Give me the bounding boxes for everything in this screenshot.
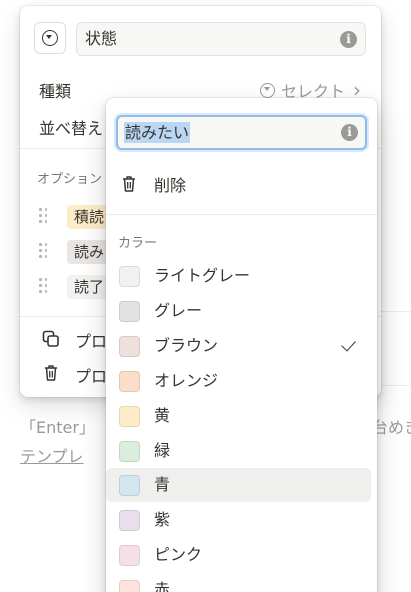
info-icon[interactable]: i (340, 31, 357, 48)
property-name-value: 状態 (85, 29, 118, 48)
background-divider (380, 385, 411, 386)
color-name: グレー (154, 301, 203, 320)
empty-page-hint: 「Enter」 (20, 418, 95, 437)
color-name: 黄 (154, 406, 171, 425)
drag-handle-icon[interactable] (39, 243, 49, 259)
color-swatch (119, 336, 140, 357)
sort-label[interactable]: 並べ替え (39, 115, 103, 139)
trash-icon (45, 365, 57, 381)
type-label: 種類 (39, 82, 72, 101)
duplicate-icon (42, 330, 59, 347)
color-swatch (119, 475, 140, 496)
delete-option-button[interactable]: 削除 (119, 172, 186, 196)
option-name-value: 読みたい (124, 122, 191, 143)
trash-icon (123, 176, 135, 192)
color-option[interactable]: 緑 (106, 434, 377, 468)
color-option[interactable]: 赤 (106, 573, 377, 592)
background-divider (380, 311, 411, 312)
color-name: 紫 (154, 510, 171, 529)
color-swatch (119, 266, 140, 287)
color-option[interactable]: ブラウン (106, 329, 377, 363)
color-option[interactable]: グレー (106, 294, 377, 328)
select-type-icon (42, 30, 58, 46)
color-option[interactable]: ライトグレー (106, 259, 377, 293)
option-name-input[interactable]: 読みたい i (116, 115, 367, 150)
drag-handle-icon[interactable] (39, 278, 49, 294)
template-link[interactable]: テンプレ (20, 443, 84, 467)
property-type-button[interactable] (34, 22, 66, 54)
option-tag[interactable]: 読了 (67, 275, 112, 299)
color-option-hovered[interactable]: 青 (106, 468, 371, 502)
color-swatch (119, 545, 140, 566)
option-edit-popup: 読みたい i 削除 カラー ライトグレー グレー ブラウン オレンジ 黄 緑 青 (106, 98, 377, 592)
color-option[interactable]: オレンジ (106, 364, 377, 398)
color-name: 赤 (154, 580, 171, 592)
select-type-icon (259, 82, 275, 98)
property-name-input[interactable]: 状態 i (76, 22, 366, 56)
empty-page-hint-tail: 台めき (372, 418, 411, 437)
delete-option-label: 削除 (154, 176, 187, 195)
popup-divider (106, 214, 377, 215)
color-name: ブラウン (154, 336, 219, 355)
color-name: ライトグレー (154, 266, 251, 285)
color-option[interactable]: ピンク (106, 538, 377, 572)
color-section-label: カラー (118, 236, 158, 251)
color-option[interactable]: 紫 (106, 503, 377, 537)
color-swatch (119, 371, 140, 392)
color-swatch (119, 441, 140, 462)
color-name: 緑 (154, 441, 171, 460)
option-tag[interactable]: 積読 (67, 205, 112, 229)
color-swatch (119, 406, 140, 427)
color-name: 青 (154, 475, 171, 494)
checkmark-icon (341, 336, 356, 352)
color-swatch (119, 301, 140, 322)
duplicate-property-action[interactable]: プロ (75, 328, 107, 352)
drag-handle-icon[interactable] (39, 208, 49, 224)
color-name: オレンジ (154, 371, 219, 390)
color-swatch (119, 580, 140, 592)
delete-property-action[interactable]: プロ (75, 363, 107, 387)
color-swatch (119, 510, 140, 531)
info-icon[interactable]: i (341, 124, 358, 141)
color-name: ピンク (154, 545, 203, 564)
option-tag[interactable]: 読み (67, 240, 112, 264)
color-option[interactable]: 黄 (106, 399, 377, 433)
options-section-label: オプション (37, 172, 103, 187)
